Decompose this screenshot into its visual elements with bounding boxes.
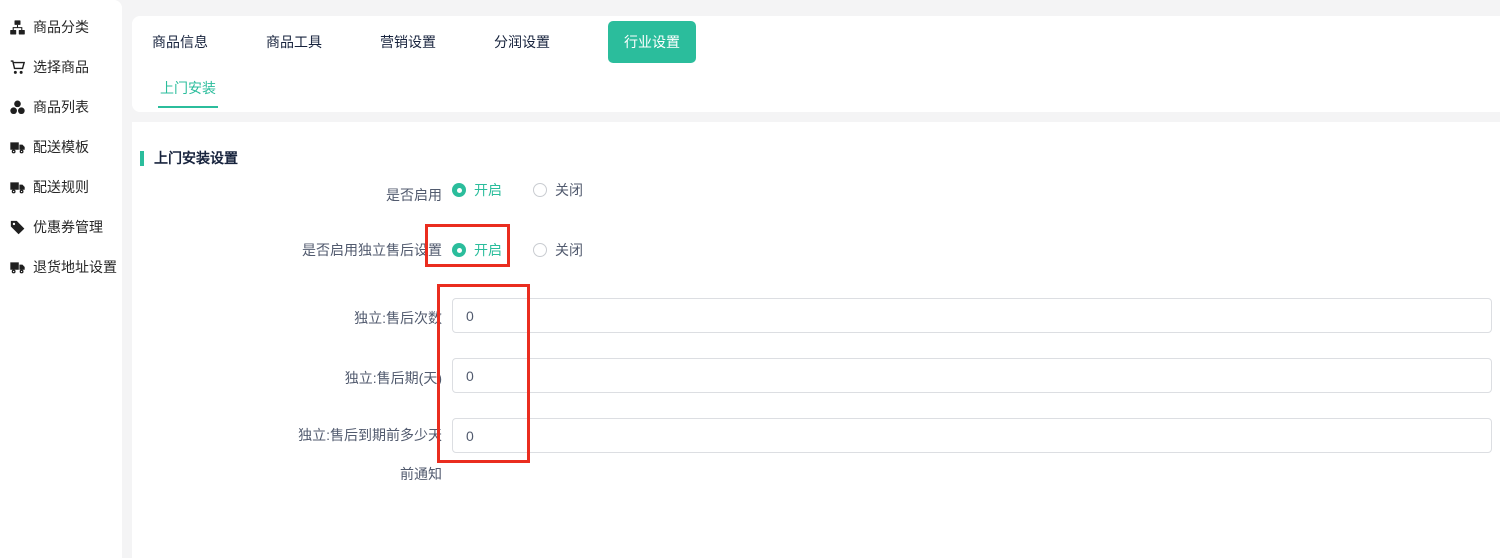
radio-option-label[interactable]: 开启: [474, 240, 502, 260]
cubes-icon: [9, 100, 25, 115]
tab-card: 商品信息 商品工具 营销设置 分润设置 行业设置 上门安装: [132, 16, 1500, 112]
truck-icon: [9, 180, 25, 195]
sidebar: 商品分类 选择商品: [0, 0, 122, 558]
sidebar-item-label: 选择商品: [33, 57, 89, 77]
field-label-notify-days-before-expiry: 独立:售后到期前多少天前通知: [292, 416, 442, 494]
tag-icon: [9, 220, 25, 235]
sidebar-item-product-list[interactable]: 商品列表: [0, 87, 122, 127]
sidebar-item-label: 商品分类: [33, 17, 89, 37]
truck-icon: [9, 260, 25, 275]
radio-checked-icon[interactable]: [452, 183, 466, 197]
radio-checked-icon[interactable]: [452, 243, 466, 257]
radio-option-enable-off[interactable]: 关闭: [533, 180, 583, 200]
subtab-label: 上门安装: [160, 80, 216, 96]
sidebar-item-coupon-management[interactable]: 优惠券管理: [0, 207, 122, 247]
sidebar-item-label: 优惠券管理: [33, 217, 103, 237]
field-label-aftersale-count: 独立:售后次数: [132, 308, 442, 328]
field-label-independent-aftersale-enable: 是否启用独立售后设置: [132, 240, 442, 260]
radio-group-independent-aftersale: 开启 关闭: [452, 240, 583, 260]
sidebar-item-product-category[interactable]: 商品分类: [0, 7, 122, 47]
tab-marketing-settings[interactable]: 营销设置: [380, 32, 436, 52]
subtab-door-to-door-install[interactable]: 上门安装: [160, 78, 218, 108]
tab-product-tools[interactable]: 商品工具: [266, 32, 322, 52]
section-accent-bar: [140, 151, 144, 166]
field-label-aftersale-period: 独立:售后期(天): [132, 368, 442, 388]
sidebar-item-label: 配送规则: [33, 177, 89, 197]
sidebar-item-select-product[interactable]: 选择商品: [0, 47, 122, 87]
radio-option-independent-off[interactable]: 关闭: [533, 240, 583, 260]
section-title: 上门安装设置: [154, 148, 238, 168]
tab-product-info[interactable]: 商品信息: [152, 32, 208, 52]
radio-option-independent-on[interactable]: 开启: [452, 240, 502, 260]
sidebar-item-delivery-template[interactable]: 配送模板: [0, 127, 122, 167]
aftersale-period-input[interactable]: [452, 358, 1492, 393]
sidebar-item-delivery-rules[interactable]: 配送规则: [0, 167, 122, 207]
sitemap-icon: [9, 20, 25, 35]
radio-option-label[interactable]: 开启: [474, 180, 502, 200]
aftersale-count-input[interactable]: [452, 298, 1492, 333]
radio-option-label[interactable]: 关闭: [555, 180, 583, 200]
tab-industry-settings[interactable]: 行业设置: [608, 21, 696, 63]
sidebar-item-label: 商品列表: [33, 97, 89, 117]
radio-option-enable-on[interactable]: 开启: [452, 180, 502, 200]
field-label-enable: 是否启用: [132, 185, 442, 205]
radio-option-label[interactable]: 关闭: [555, 240, 583, 260]
subtab-active-underline: [158, 106, 218, 108]
content-card: 上门安装设置 是否启用 开启 关闭 是否启用独立售后设置 开启: [132, 122, 1500, 558]
tab-profit-sharing-settings[interactable]: 分润设置: [494, 32, 550, 52]
sidebar-menu: 商品分类 选择商品: [0, 0, 122, 287]
radio-unchecked-icon[interactable]: [533, 183, 547, 197]
sidebar-item-label: 退货地址设置: [33, 257, 117, 277]
sidebar-item-return-address-settings[interactable]: 退货地址设置: [0, 247, 122, 287]
sidebar-item-label: 配送模板: [33, 137, 89, 157]
cart-icon: [9, 60, 25, 75]
truck-icon: [9, 140, 25, 155]
radio-unchecked-icon[interactable]: [533, 243, 547, 257]
notify-days-input[interactable]: [452, 418, 1492, 453]
radio-group-enable: 开启 关闭: [452, 180, 583, 200]
tab-bar: 商品信息 商品工具 营销设置 分润设置 行业设置: [132, 16, 1500, 68]
section-header: 上门安装设置: [140, 148, 238, 168]
